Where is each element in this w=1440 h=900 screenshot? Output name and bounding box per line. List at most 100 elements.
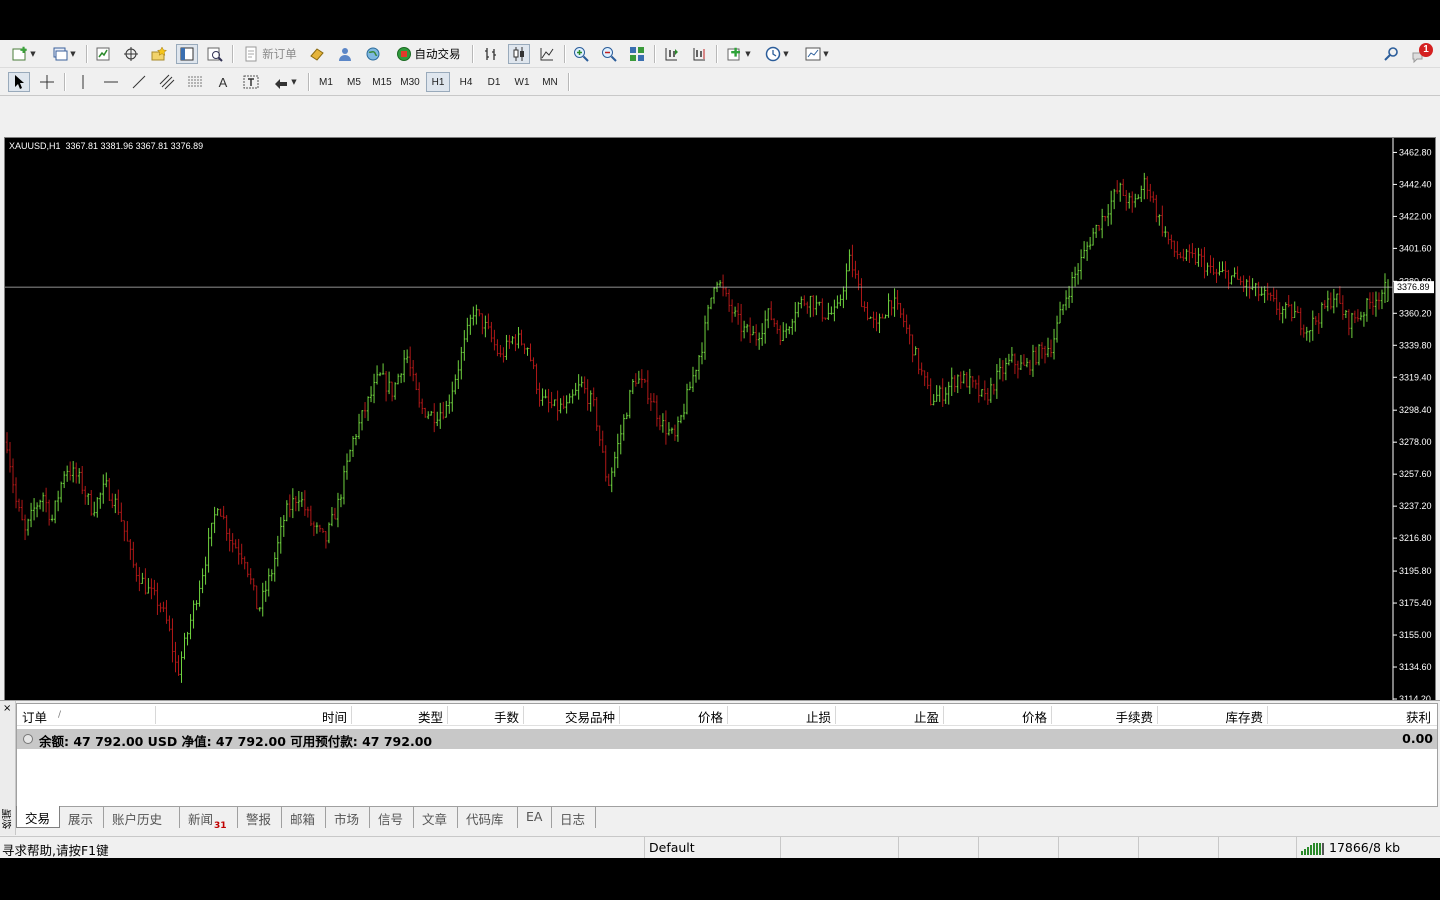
timeframe-m5[interactable]: M5 [342, 72, 366, 92]
profile-cell[interactable]: Default [644, 837, 780, 858]
strategy-tester-button[interactable] [204, 44, 226, 64]
col-price[interactable]: 价格 [621, 707, 723, 725]
cursor-tool-button[interactable] [8, 72, 30, 92]
balance-summary: 余额: 47 792.00 USD 净值: 47 792.00 可用预付款: 4… [39, 734, 433, 749]
tab-0[interactable]: 交易 [16, 806, 60, 828]
zoom-out-button[interactable] [598, 44, 620, 64]
fibonacci-button[interactable] [184, 72, 206, 92]
line-chart-button[interactable] [536, 44, 558, 64]
bar-chart-button[interactable] [480, 44, 502, 64]
col-type[interactable]: 类型 [353, 707, 443, 725]
crosshair-icon [40, 75, 54, 89]
tab-5[interactable]: 邮箱6 [282, 807, 326, 847]
close-icon[interactable]: × [3, 703, 11, 714]
tab-4[interactable]: 警报 [238, 807, 282, 828]
channel-icon [159, 74, 175, 90]
template-icon [805, 47, 821, 61]
col-time[interactable]: 时间 [157, 707, 347, 725]
y-tick-label: 3257.60 [1399, 469, 1432, 479]
person-signal-icon [339, 48, 351, 61]
col-commission[interactable]: 手续费 [1053, 707, 1153, 725]
terminal-button[interactable] [176, 44, 198, 64]
help-hint: 寻求帮助,请按F1键 [2, 843, 109, 858]
tab-10[interactable]: EA [518, 807, 552, 828]
timeframe-mn[interactable]: MN [538, 72, 562, 92]
notifications-button[interactable]: 1 [1408, 43, 1434, 64]
chart-shift-button[interactable] [688, 44, 710, 64]
indicators-button[interactable]: ▼ [722, 44, 756, 64]
crosshair-tool-button[interactable] [36, 72, 58, 92]
new-chart-button[interactable]: ▼ [8, 44, 40, 64]
tab-9[interactable]: 代码库 [458, 807, 518, 828]
periods-button[interactable]: ▼ [760, 44, 794, 64]
horizontal-line-icon [104, 81, 118, 83]
terminal-side-strip: × 终端 [0, 701, 16, 835]
status-bar: 寻求帮助,请按F1键 Default 17866/8 kb [0, 836, 1440, 858]
signals-button[interactable] [334, 44, 356, 64]
col-stop-loss[interactable]: 止损 [729, 707, 831, 725]
price-chart[interactable]: 3462.803442.403422.003401.603380.603360.… [4, 137, 1436, 735]
tab-6[interactable]: 市场 [326, 807, 370, 828]
tab-8[interactable]: 文章 [414, 807, 458, 828]
new-order-label: 新订单 [262, 47, 297, 61]
y-tick-label: 3175.40 [1399, 598, 1432, 608]
tab-1[interactable]: 展示 [60, 807, 104, 828]
balance-row[interactable]: 余额: 47 792.00 USD 净值: 47 792.00 可用预付款: 4… [17, 729, 1437, 749]
col-volume[interactable]: 手数 [449, 707, 519, 725]
autoscroll-button[interactable] [660, 44, 682, 64]
navigator-button[interactable] [148, 44, 170, 64]
col-take-profit[interactable]: 止盈 [837, 707, 939, 725]
status-cell-empty-3 [978, 837, 1058, 858]
metaeditor-button[interactable] [306, 44, 328, 64]
y-tick-label: 3134.60 [1399, 662, 1432, 672]
trendline-button[interactable] [128, 72, 150, 92]
tab-label: 日志 [560, 812, 586, 827]
timeframe-h1[interactable]: H1 [426, 72, 450, 92]
data-window-button[interactable] [120, 44, 142, 64]
tab-label: 账户历史 [112, 812, 163, 827]
templates-button[interactable]: ▼ [800, 44, 834, 64]
zoom-in-button[interactable] [570, 44, 592, 64]
status-cell-empty-1 [780, 837, 898, 858]
tile-windows-button[interactable] [626, 44, 648, 64]
candlestick-icon [513, 47, 524, 61]
market-watch-button[interactable] [92, 44, 114, 64]
timeframe-d1[interactable]: D1 [482, 72, 506, 92]
tab-7[interactable]: 信号 [370, 807, 414, 828]
tab-3[interactable]: 新闻31 [180, 807, 238, 831]
tab-label: EA [526, 809, 543, 824]
toolbar-separator [568, 73, 569, 91]
col-profit[interactable]: 获利 [1269, 707, 1431, 725]
timeframe-m30[interactable]: M30 [398, 72, 422, 92]
tab-badge: 31 [214, 820, 227, 831]
market-button[interactable] [362, 44, 384, 64]
text-label-button[interactable] [240, 72, 262, 92]
col-swap[interactable]: 库存费 [1159, 707, 1263, 725]
timeframe-m15[interactable]: M15 [370, 72, 394, 92]
horizontal-line-button[interactable] [100, 72, 122, 92]
col-symbol[interactable]: 交易品种 [525, 707, 615, 725]
text-tool-button[interactable]: A [212, 72, 234, 92]
timeframe-m1[interactable]: M1 [314, 72, 338, 92]
new-order-button[interactable]: 新订单 [238, 44, 302, 64]
profiles-button[interactable]: ▼ [48, 44, 80, 64]
candlestick-button[interactable] [508, 44, 530, 64]
connection-cell[interactable]: 17866/8 kb [1296, 837, 1440, 858]
search-button[interactable] [1380, 44, 1402, 64]
traffic-value: 17866/8 kb [1329, 840, 1401, 855]
tab-2[interactable]: 账户历史 [104, 807, 180, 828]
col-current-price[interactable]: 价格 [945, 707, 1047, 725]
tab-11[interactable]: 日志 [552, 807, 596, 828]
timeframe-w1[interactable]: W1 [510, 72, 534, 92]
tab-label: 信号 [378, 812, 404, 827]
auto-trading-button[interactable]: 自动交易 [390, 44, 466, 64]
col-order[interactable]: 订单 [22, 707, 47, 725]
add-indicator-icon [727, 47, 741, 61]
terminal-panel: × 终端 订单 / 时间 类型 手数 交易品种 价格 止损 止盈 价格 手续费 … [0, 700, 1440, 847]
equidistant-channel-button[interactable] [156, 72, 178, 92]
search-icon [1384, 47, 1398, 61]
timeframe-h4[interactable]: H4 [454, 72, 478, 92]
y-tick-label: 3339.80 [1399, 340, 1432, 350]
vertical-line-button[interactable] [72, 72, 94, 92]
arrows-button[interactable]: ▼ [268, 72, 302, 92]
